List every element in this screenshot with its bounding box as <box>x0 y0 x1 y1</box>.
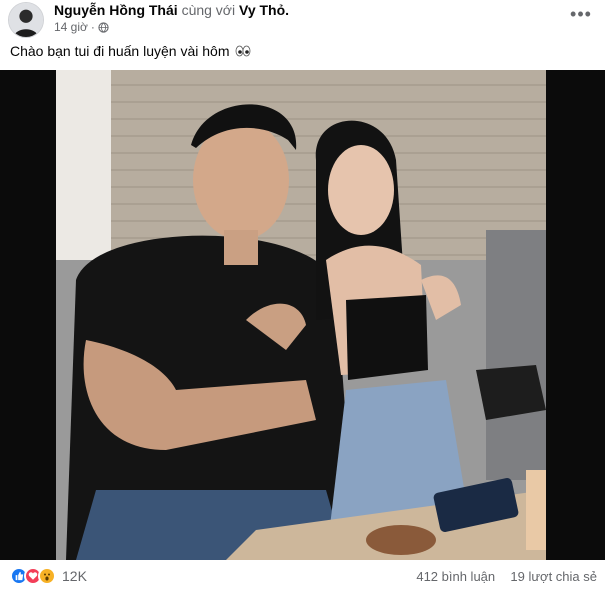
engagement-stats: 412 bình luận 19 lượt chia sẻ <box>416 569 597 584</box>
author-avatar[interactable] <box>8 2 44 38</box>
post-text: Chào bạn tui đi huấn luyện vài hôm <box>10 42 251 60</box>
post-header: Nguyễn Hồng Thái cùng với Vy Thỏ. 14 giờ… <box>0 0 605 38</box>
more-options-button[interactable]: ••• <box>569 4 593 24</box>
post-meta: 14 giờ · <box>54 20 109 34</box>
wow-icon <box>38 567 56 585</box>
author-line: Nguyễn Hồng Thái cùng với Vy Thỏ. <box>54 2 289 19</box>
post-time[interactable]: 14 giờ <box>54 20 88 34</box>
shares-count[interactable]: 19 lượt chia sẻ <box>510 569 597 584</box>
post-photo[interactable] <box>56 70 546 560</box>
reaction-count: 12K <box>62 568 87 584</box>
post-photo-frame[interactable] <box>0 70 605 560</box>
author-name[interactable]: Nguyễn Hồng Thái <box>54 2 178 18</box>
reactions-summary[interactable]: 12K <box>10 567 87 585</box>
meta-separator: · <box>90 20 95 34</box>
eyes-icon <box>235 43 251 57</box>
with-text: cùng với <box>181 2 236 18</box>
more-options-label: ••• <box>570 4 592 24</box>
post-footer: 12K 412 bình luận 19 lượt chia sẻ <box>0 565 605 593</box>
post-caption: Chào bạn tui đi huấn luyện vài hôm <box>10 43 230 59</box>
comments-count[interactable]: 412 bình luận <box>416 569 495 584</box>
globe-icon <box>98 21 109 33</box>
tagged-name[interactable]: Vy Thỏ. <box>239 2 289 18</box>
